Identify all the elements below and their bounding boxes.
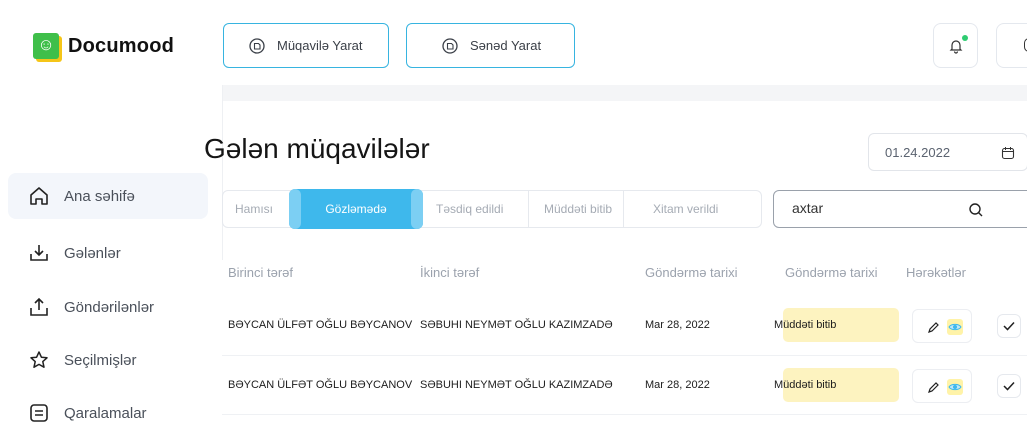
tab-pending-label: Gözləmədə [325,202,387,216]
approve-checkbox[interactable] [997,374,1021,398]
column-header-second-party: İkinci tərəf [420,265,480,280]
edit-icon[interactable] [927,380,941,394]
column-header-actions: Hərəkətlər [906,265,966,280]
calendar-icon [1001,147,1015,160]
row-sent-date: Mar 28, 2022 [645,379,710,391]
upload-icon [30,297,48,316]
tab-pending[interactable]: Gözləmədə [289,189,423,229]
tab-separator [528,191,529,227]
status-badge-label: Müddəti bitib [774,319,837,331]
checkmark-icon [1003,321,1015,331]
notifications-button[interactable] [933,23,978,68]
home-icon [30,187,48,205]
approve-checkbox[interactable] [997,314,1021,338]
row-actions [912,309,972,343]
view-icon[interactable] [946,378,964,396]
date-picker[interactable]: 01.24.2022 [868,133,1027,171]
sidebar-item-home[interactable]: Ana səhifə [8,173,208,219]
create-document-button[interactable]: Sənəd Yarat [406,23,575,68]
date-value: 01.24.2022 [885,145,951,160]
drafts-icon [30,404,48,422]
row-second-party: SƏBUHI NEYMƏT OĞLU KAZIMZADƏ [420,319,613,331]
search-box [773,190,1027,228]
status-badge-label: Müddəti bitib [774,379,837,391]
header-divider-band [222,85,1027,101]
search-icon[interactable] [968,202,984,218]
settings-button[interactable] [996,23,1027,68]
sidebar-item-favorites[interactable]: Seçilmişlər [8,337,208,383]
row-second-party: SƏBUHI NEYMƏT OĞLU KAZIMZADƏ [420,379,613,391]
tab-expired[interactable]: Müddəti bitib [544,191,626,227]
column-header-first-party: Birinci tərəf [228,265,294,280]
notification-dot [962,35,968,41]
status-tabs: Hamısı Gözləmədə Təsdiq edildi Müddəti b… [222,189,762,229]
row-first-party: BƏYCAN ÜLFƏT OĞLU BƏYCANOV [228,379,413,391]
create-contract-button[interactable]: Müqavilə Yarat [223,23,389,68]
row-sent-date: Mar 28, 2022 [645,319,710,331]
row-divider [222,355,1027,356]
view-icon[interactable] [946,318,964,336]
create-contract-label: Müqavilə Yarat [277,38,363,53]
search-input[interactable] [790,199,964,217]
edit-icon[interactable] [927,320,941,334]
app-logo-text: Documood [68,35,175,57]
column-header-sent-date-2: Göndərmə tarixi [785,265,878,280]
document-icon [442,37,458,54]
content-divider [222,85,223,260]
star-icon [30,351,48,368]
sidebar-item-label: Qaralamalar [64,404,147,422]
sidebar-item-sent[interactable]: Göndərilənlər [8,284,208,330]
sidebar-item-label: Ana səhifə [64,187,135,205]
inbox-download-icon [30,245,48,261]
column-header-sent-date: Göndərmə tarixi [645,265,738,280]
row-divider [222,414,1027,415]
sidebar-item-incoming[interactable]: Gələnlər [8,230,208,276]
bell-icon [949,40,963,54]
row-actions [912,369,972,403]
tab-separator [623,191,624,227]
sidebar-item-label: Göndərilənlər [64,298,155,316]
sidebar-item-label: Gələnlər [64,244,121,262]
sidebar-item-label: Seçilmişlər [64,351,137,369]
checkmark-icon [1003,381,1015,391]
sidebar-item-drafts[interactable]: Qaralamalar [8,390,208,436]
document-icon [249,37,265,54]
tab-terminated[interactable]: Xitam verildi [653,191,718,227]
logo-icon: ☺ [33,33,59,59]
create-document-label: Sənəd Yarat [470,38,542,53]
tab-approved[interactable]: Təsdiq edildi [436,191,503,227]
tab-all[interactable]: Hamısı [235,191,273,227]
row-first-party: BƏYCAN ÜLFƏT OĞLU BƏYCANOV [228,319,413,331]
page-title: Gələn müqavilələr [204,133,430,164]
